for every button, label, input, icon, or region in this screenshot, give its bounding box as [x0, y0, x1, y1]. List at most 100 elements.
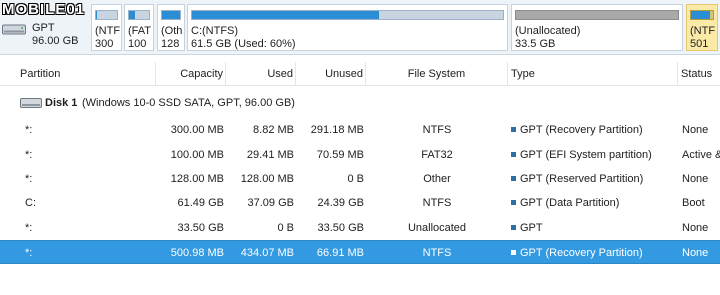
- partition-type-icon: [511, 151, 516, 157]
- cell-unused: 0 B: [347, 173, 364, 185]
- partition-tile-label: C:(NTFS): [191, 25, 239, 37]
- cell-unused: 291.18 MB: [310, 124, 364, 136]
- cell-used: 29.41 MB: [246, 149, 294, 161]
- cell-unused: 66.91 MB: [316, 247, 364, 259]
- partition-tile-label: (Oth: [161, 25, 183, 37]
- cell-status: None: [682, 173, 709, 185]
- cell-file-system: Unallocated: [407, 222, 467, 234]
- partition-tile-recovery-2[interactable]: (NTF 501: [686, 4, 718, 51]
- cell-file-system: NTFS: [422, 124, 452, 136]
- column-type[interactable]: Type: [508, 62, 678, 86]
- cell-used: 0 B: [277, 222, 294, 234]
- table-row[interactable]: *: 100.00 MB 29.41 MB 70.59 MB FAT32 GPT…: [0, 143, 720, 167]
- partition-type-icon: [511, 199, 516, 205]
- cell-capacity: 300.00 MB: [170, 124, 224, 136]
- partition-tile-unallocated[interactable]: (Unallocated) 33.5 GB: [511, 4, 683, 51]
- cell-type-label: GPT: [520, 222, 543, 234]
- cell-status: Boot: [682, 197, 705, 209]
- partition-tile-size: 33.5 GB: [515, 38, 556, 50]
- cell-file-system: NTFS: [422, 197, 452, 209]
- usage-bar: [95, 10, 118, 20]
- hard-drive-icon: [20, 98, 42, 108]
- cell-file-system: Other: [423, 173, 451, 185]
- partition-tile-label: (FAT: [128, 25, 152, 37]
- column-unused[interactable]: Unused: [296, 62, 366, 86]
- disk-description: (Windows 10-0 SSD SATA, GPT, 96.00 GB): [82, 97, 295, 109]
- cell-type: GPT: [511, 216, 543, 240]
- partition-tile-label: (NTF: [690, 25, 716, 37]
- cell-partition: *:: [25, 124, 33, 136]
- cell-capacity: 500.98 MB: [170, 247, 224, 259]
- cell-capacity: 128.00 MB: [170, 173, 224, 185]
- partition-tile-recovery-1[interactable]: (NTF 300: [91, 4, 122, 51]
- cell-type-label: GPT (EFI System partition): [520, 149, 652, 161]
- cell-used: 8.82 MB: [253, 124, 294, 136]
- cell-status: None: [682, 222, 709, 234]
- cell-type: GPT (Recovery Partition): [511, 118, 643, 142]
- usage-bar: [191, 10, 504, 20]
- cell-used: 128.00 MB: [240, 173, 294, 185]
- watermark-logo: MOBILE01: [2, 1, 86, 18]
- partition-type-icon: [511, 224, 516, 230]
- cell-type: GPT (EFI System partition): [511, 143, 652, 167]
- table-row[interactable]: *: 300.00 MB 8.82 MB 291.18 MB NTFS GPT …: [0, 118, 720, 142]
- partition-tile-c[interactable]: C:(NTFS) 61.5 GB (Used: 60%): [187, 4, 508, 51]
- hard-drive-icon: [2, 24, 26, 35]
- cell-unused: 24.39 GB: [317, 197, 364, 209]
- column-partition[interactable]: Partition: [0, 62, 156, 86]
- cell-unused: 70.59 MB: [316, 149, 364, 161]
- cell-file-system: FAT32: [421, 149, 453, 161]
- partition-tile-size: 300: [95, 38, 114, 50]
- cell-type: GPT (Recovery Partition): [511, 241, 643, 265]
- partition-type-icon: [511, 126, 516, 132]
- cell-partition: C:: [25, 197, 36, 209]
- cell-partition: *:: [25, 222, 33, 234]
- cell-status: None: [682, 247, 709, 259]
- cell-status: Active &: [682, 149, 720, 161]
- cell-capacity: 61.49 GB: [177, 197, 224, 209]
- table-row[interactable]: *: 128.00 MB 128.00 MB 0 B Other GPT (Re…: [0, 167, 720, 191]
- disk-row[interactable]: Disk 1 (Windows 10-0 SSD SATA, GPT, 96.0…: [0, 93, 720, 113]
- table-header: Partition Capacity Used Unused File Syst…: [0, 62, 720, 86]
- partition-tile-reserved[interactable]: (Oth 128: [157, 4, 185, 51]
- partition-type-icon: [511, 249, 516, 255]
- column-capacity[interactable]: Capacity: [156, 62, 226, 86]
- usage-bar: [515, 10, 679, 20]
- cell-type: GPT (Reserved Partition): [511, 167, 643, 191]
- cell-type-label: GPT (Reserved Partition): [520, 173, 644, 185]
- table-row-selected[interactable]: *: 500.98 MB 434.07 MB 66.91 MB NTFS GPT…: [0, 240, 720, 264]
- column-file-system[interactable]: File System: [366, 62, 508, 86]
- disk-tile-name: GPT: [32, 22, 55, 34]
- usage-bar: [128, 10, 150, 20]
- partition-tile-size: 61.5 GB (Used: 60%): [191, 38, 296, 50]
- cell-capacity: 33.50 GB: [177, 222, 224, 234]
- partition-type-icon: [511, 175, 516, 181]
- cell-used: 37.09 GB: [247, 197, 294, 209]
- cell-type-label: GPT (Data Partition): [520, 197, 620, 209]
- cell-partition: *:: [25, 173, 33, 185]
- cell-partition: *:: [25, 247, 33, 259]
- cell-unused: 33.50 GB: [317, 222, 364, 234]
- cell-status: None: [682, 124, 709, 136]
- column-used[interactable]: Used: [226, 62, 296, 86]
- partition-tile-size: 100: [128, 38, 147, 50]
- cell-partition: *:: [25, 149, 33, 161]
- cell-capacity: 100.00 MB: [170, 149, 224, 161]
- disk-tile-size: 96.00 GB: [32, 35, 79, 47]
- table-row[interactable]: C: 61.49 GB 37.09 GB 24.39 GB NTFS GPT (…: [0, 191, 720, 215]
- partition-tile-size: 501: [690, 38, 709, 50]
- disk-name: Disk 1: [45, 97, 78, 109]
- cell-used: 434.07 MB: [240, 247, 294, 259]
- partition-tile-label: (Unallocated): [515, 25, 581, 37]
- cell-type-label: GPT (Recovery Partition): [520, 124, 643, 136]
- partition-tile-efi[interactable]: (FAT 100: [124, 4, 154, 51]
- table-row[interactable]: *: 33.50 GB 0 B 33.50 GB Unallocated GPT…: [0, 216, 720, 240]
- partition-tile-label: (NTF: [95, 25, 121, 37]
- cell-type-label: GPT (Recovery Partition): [520, 247, 643, 259]
- usage-bar: [690, 10, 714, 20]
- usage-bar: [161, 10, 181, 20]
- column-status[interactable]: Status: [678, 62, 720, 86]
- disk-map: GPT 96.00 GB (NTF 300 (FAT 100 (Oth 128 …: [0, 0, 720, 55]
- cell-type: GPT (Data Partition): [511, 191, 619, 215]
- partition-tile-size: 128: [161, 38, 180, 50]
